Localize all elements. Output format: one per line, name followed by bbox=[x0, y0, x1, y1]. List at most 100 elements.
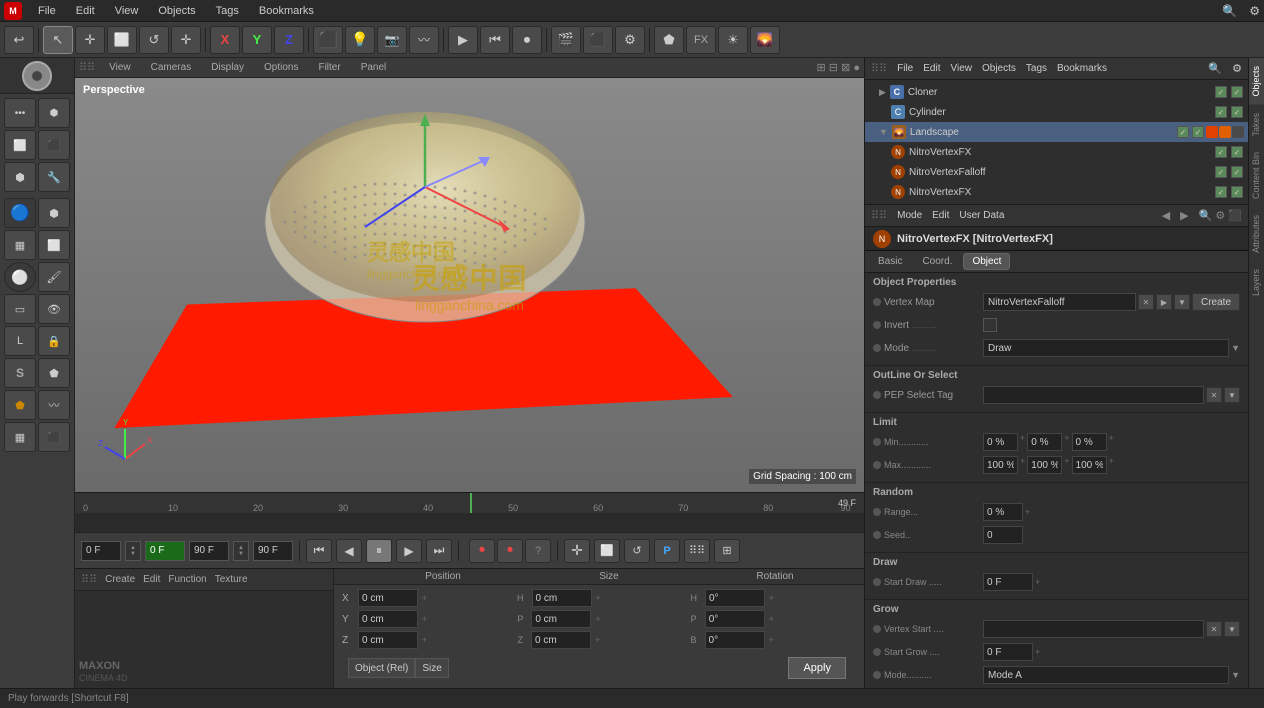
bottom-tab-edit[interactable]: Edit bbox=[143, 574, 160, 585]
viewport-tab-display[interactable]: Display bbox=[205, 60, 250, 75]
obj-menu-bookmarks[interactable]: Bookmarks bbox=[1057, 63, 1107, 74]
select-tool[interactable]: ↖ bbox=[43, 26, 73, 54]
x-pos-expand[interactable]: + bbox=[420, 593, 429, 603]
vertex-start-btn1[interactable]: ✕ bbox=[1206, 621, 1222, 637]
max-val3[interactable] bbox=[1072, 456, 1107, 474]
coord-y-size[interactable] bbox=[531, 610, 591, 628]
cylinder-vis2[interactable]: ✓ bbox=[1231, 106, 1243, 118]
s-btn[interactable]: S bbox=[4, 358, 36, 388]
frame-btn[interactable]: ▭ bbox=[4, 294, 36, 324]
attr-menu-mode[interactable]: Mode bbox=[897, 210, 922, 221]
mode-obj[interactable]: ⬛ bbox=[38, 130, 70, 160]
obj-row-landscape[interactable]: ▼ 🌄 Landscape ✓ ✓ bbox=[865, 122, 1248, 142]
play-fwd-btn[interactable]: ▶ bbox=[396, 539, 422, 563]
side-tab-takes[interactable]: Takes bbox=[1249, 105, 1264, 145]
attr-tab-object[interactable]: Object bbox=[963, 253, 1010, 270]
cylinder-vis1[interactable]: ✓ bbox=[1215, 106, 1227, 118]
layout-btn[interactable]: ⊞ bbox=[714, 539, 740, 563]
bottom-tab-function[interactable]: Function bbox=[168, 574, 206, 585]
viewport-tab-panel[interactable]: Panel bbox=[355, 60, 393, 75]
start-grow-val[interactable] bbox=[983, 643, 1033, 661]
spline2-btn[interactable]: 〰 bbox=[38, 390, 70, 420]
end-frame-stepper[interactable]: ▲ ▼ bbox=[233, 541, 249, 561]
obj-menu-view[interactable]: View bbox=[950, 63, 972, 74]
light-tool[interactable]: 💡 bbox=[345, 26, 375, 54]
pep-btn1[interactable]: ✕ bbox=[1206, 387, 1222, 403]
deform-btn[interactable]: ⬟ bbox=[4, 390, 36, 420]
light-btn[interactable]: ☀ bbox=[718, 26, 748, 54]
obj-menu-edit[interactable]: Edit bbox=[923, 63, 940, 74]
attr-nav-right[interactable]: ▶ bbox=[1180, 209, 1188, 222]
mode-edges[interactable]: ⬢ bbox=[38, 98, 70, 128]
p-icon-btn[interactable]: P bbox=[654, 539, 680, 563]
pep-btn2[interactable]: ▼ bbox=[1224, 387, 1240, 403]
dots-btn[interactable]: ⠿⠿ bbox=[684, 539, 710, 563]
morph-btn[interactable]: ⬟ bbox=[38, 358, 70, 388]
y-axis-btn[interactable]: Y bbox=[242, 26, 272, 54]
menu-objects[interactable]: Objects bbox=[154, 3, 199, 19]
checker2-btn[interactable]: ▦ bbox=[4, 422, 36, 452]
menu-file[interactable]: File bbox=[34, 3, 60, 19]
bottom-tab-texture[interactable]: Texture bbox=[215, 574, 248, 585]
obj-menu-tags[interactable]: Tags bbox=[1026, 63, 1047, 74]
apply-button[interactable]: Apply bbox=[788, 657, 846, 679]
obj-menu-objects[interactable]: Objects bbox=[982, 63, 1016, 74]
invert-checkbox[interactable] bbox=[983, 318, 997, 332]
vertex-map-btn3[interactable]: ▼ bbox=[1174, 294, 1190, 310]
obj-row-cylinder[interactable]: C Cylinder ✓ ✓ bbox=[865, 102, 1248, 122]
nitro2-vis2[interactable]: ✓ bbox=[1231, 186, 1243, 198]
end-frame-input[interactable] bbox=[189, 541, 229, 561]
max-val1[interactable] bbox=[983, 456, 1018, 474]
help-btn[interactable]: ? bbox=[525, 539, 551, 563]
max-val2[interactable] bbox=[1027, 456, 1062, 474]
start-draw-val[interactable] bbox=[983, 573, 1033, 591]
move-icon-btn[interactable]: ✛ bbox=[564, 539, 590, 563]
start-frame-input[interactable] bbox=[145, 541, 185, 561]
sphere2-btn[interactable]: ⚪ bbox=[4, 262, 36, 292]
cloner-vis1[interactable]: ✓ bbox=[1215, 86, 1227, 98]
side-tab-content-bin[interactable]: Content Bin bbox=[1249, 144, 1264, 207]
x-rot-expand[interactable]: + bbox=[767, 593, 776, 603]
undo-button[interactable]: ↩ bbox=[4, 26, 34, 54]
nitro2-vis1[interactable]: ✓ bbox=[1215, 186, 1227, 198]
attr-tab-coord[interactable]: Coord. bbox=[913, 253, 961, 270]
play-back-btn[interactable]: ◀ bbox=[336, 539, 362, 563]
coord-z-pos[interactable] bbox=[358, 631, 418, 649]
obj-menu-file[interactable]: File bbox=[897, 63, 913, 74]
record-btn[interactable]: ⏺ bbox=[512, 26, 542, 54]
coord-z-rot[interactable] bbox=[705, 631, 765, 649]
floor-btn[interactable]: 🌄 bbox=[750, 26, 780, 54]
landscape-expand[interactable]: ▼ bbox=[879, 127, 888, 137]
end-frame2-input[interactable] bbox=[253, 541, 293, 561]
sphere-icon[interactable]: 🔵 bbox=[4, 198, 36, 228]
obj-row-nitro2[interactable]: N NitroVertexFX ✓ ✓ bbox=[865, 182, 1248, 202]
material-btn[interactable]: ⬟ bbox=[654, 26, 684, 54]
obj-search-icon[interactable]: 🔍 bbox=[1208, 62, 1222, 75]
obj-row-cloner[interactable]: ▶ C Cloner ✓ ✓ bbox=[865, 82, 1248, 102]
seed-val[interactable] bbox=[983, 526, 1023, 544]
obj-row-nitro1[interactable]: N NitroVertexFX ✓ ✓ bbox=[865, 142, 1248, 162]
render-view-btn[interactable]: ⬛ bbox=[583, 26, 613, 54]
play-forward-btn[interactable]: ▶ bbox=[448, 26, 478, 54]
attr-menu-edit[interactable]: Edit bbox=[932, 210, 949, 221]
menu-tags[interactable]: Tags bbox=[212, 3, 243, 19]
cloner-vis2[interactable]: ✓ bbox=[1231, 86, 1243, 98]
timeline-ruler[interactable]: 0 10 20 30 40 50 60 70 80 90 49 F bbox=[75, 493, 864, 513]
auto-key-btn[interactable]: ⏺ bbox=[497, 539, 523, 563]
landscape-vis2[interactable]: ✓ bbox=[1192, 126, 1204, 138]
create-button[interactable]: Create bbox=[1192, 293, 1240, 311]
bottom-tab-create[interactable]: Create bbox=[105, 574, 135, 585]
coord-y-rot[interactable] bbox=[705, 610, 765, 628]
viewport-tab-filter[interactable]: Filter bbox=[312, 60, 346, 75]
side-tab-layers[interactable]: Layers bbox=[1249, 261, 1264, 304]
frame-stepper[interactable]: ▲ ▼ bbox=[125, 541, 141, 561]
render-btn[interactable]: 🎬 bbox=[551, 26, 581, 54]
eye-btn[interactable]: 👁 bbox=[38, 294, 70, 324]
coord-x-pos[interactable] bbox=[358, 589, 418, 607]
attr-menu-userdata[interactable]: User Data bbox=[959, 210, 1004, 221]
pivot-btn[interactable]: L bbox=[4, 326, 36, 356]
scale-tool[interactable]: ⬜ bbox=[107, 26, 137, 54]
search-icon[interactable]: 🔍 bbox=[1222, 4, 1237, 18]
y-rot-expand[interactable]: + bbox=[767, 614, 776, 624]
coord-x-rot[interactable] bbox=[705, 589, 765, 607]
